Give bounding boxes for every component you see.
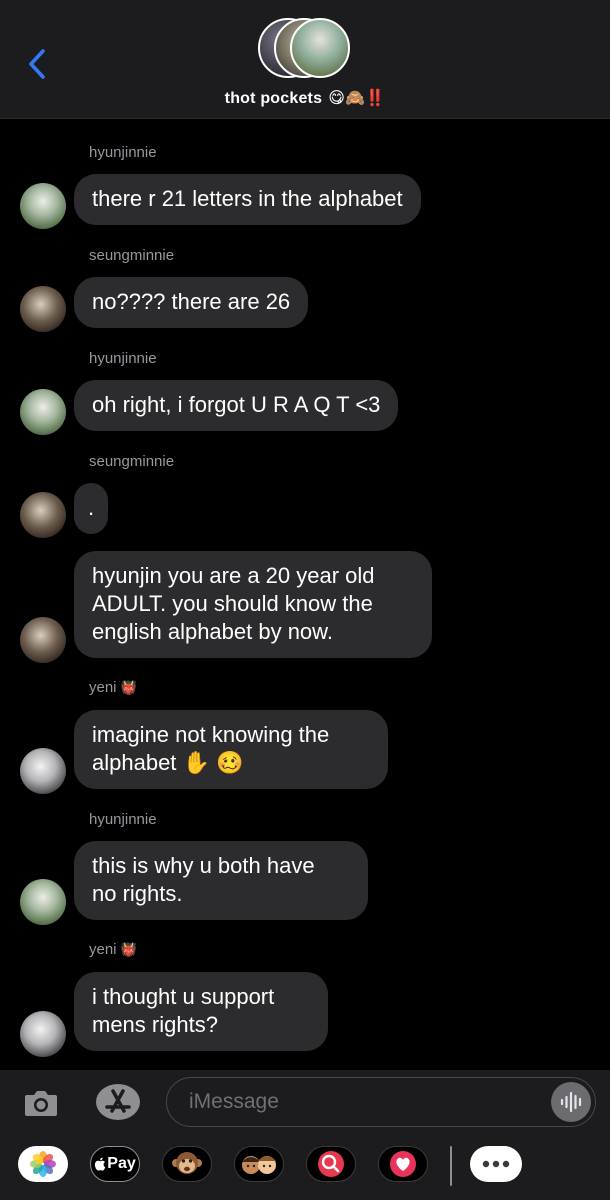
message-bubble[interactable]: this is why u both have no rights. (74, 841, 368, 920)
app-store-button[interactable] (94, 1082, 142, 1122)
group-member-avatar (290, 18, 350, 78)
web-search-app-button[interactable] (306, 1146, 356, 1182)
photos-app-button[interactable] (18, 1146, 68, 1182)
message-text-line: ADULT. you should know the (92, 591, 373, 616)
group-title[interactable]: thot pockets 😋🙈‼️ (0, 88, 610, 108)
audio-message-button[interactable] (551, 1082, 591, 1122)
message-text-line: i thought u support (92, 984, 275, 1009)
waveform-icon (560, 1091, 582, 1113)
message-bubble[interactable]: hyunjin you are a 20 year old ADULT. you… (74, 551, 432, 658)
app-store-icon (96, 1084, 140, 1120)
avatar[interactable] (20, 286, 66, 332)
sender-name: yeni 👹 (89, 679, 137, 696)
camera-icon (25, 1091, 57, 1116)
message-text: no???? there are 26 (92, 289, 291, 314)
group-title-text: thot pockets (224, 90, 323, 107)
message-input[interactable]: iMessage (166, 1077, 596, 1127)
memoji-icon (242, 1156, 276, 1174)
avatar[interactable] (20, 1011, 66, 1057)
more-icon (482, 1160, 510, 1168)
back-button[interactable] (22, 44, 52, 84)
avatar[interactable] (20, 617, 66, 663)
web-search-icon (318, 1151, 344, 1177)
message-bubble[interactable]: no???? there are 26 (74, 277, 309, 328)
message-bubble[interactable]: imagine not knowing the alphabet ✋ 🥴 (74, 710, 388, 789)
message-text-line: no rights. (92, 881, 183, 906)
sender-emoji: 👹 (120, 942, 137, 957)
digital-touch-app-button[interactable] (378, 1146, 428, 1182)
message-text-line: english alphabet by now. (92, 619, 333, 644)
app-drawer: Pay (0, 1134, 610, 1200)
drawer-separator (450, 1146, 452, 1186)
message-bubble[interactable]: . (74, 483, 109, 534)
sender-name: hyunjinnie (89, 144, 157, 161)
avatar[interactable] (20, 879, 66, 925)
photos-icon (30, 1151, 56, 1177)
animoji-app-button[interactable] (162, 1146, 212, 1182)
avatar[interactable] (20, 389, 66, 435)
conversation-header: thot pockets 😋🙈‼️ (0, 0, 610, 119)
apple-pay-label: Pay (107, 1155, 136, 1172)
sender-name: yeni 👹 (89, 941, 137, 958)
message-text-line: hyunjin you are a 20 year old (92, 563, 375, 588)
sender-name-text: yeni (89, 679, 117, 696)
message-bubble[interactable]: there r 21 letters in the alphabet (74, 174, 421, 225)
message-text: oh right, i forgot U R A Q T <3 (92, 392, 381, 417)
message-bubble[interactable]: i thought u support mens rights? (74, 972, 328, 1051)
apple-pay-button[interactable]: Pay (90, 1146, 140, 1182)
sender-emoji: 👹 (120, 680, 137, 695)
sender-name: seungminnie (89, 247, 175, 264)
chevron-left-icon (29, 49, 45, 79)
sender-name: seungminnie (89, 453, 175, 470)
message-text-line: this is why u both have (92, 853, 315, 878)
avatar[interactable] (20, 183, 66, 229)
message-text-line: mens rights? (92, 1012, 218, 1037)
memoji-app-button[interactable] (234, 1146, 284, 1182)
message-text-line: alphabet ✋ 🥴 (92, 750, 244, 775)
group-avatar-stack[interactable] (258, 16, 354, 80)
message-bubble[interactable]: oh right, i forgot U R A Q T <3 (74, 380, 399, 431)
sender-name: hyunjinnie (89, 350, 157, 367)
message-text: there r 21 letters in the alphabet (92, 186, 403, 211)
camera-button[interactable] (22, 1084, 60, 1122)
compose-bar: iMessage (0, 1070, 610, 1134)
more-apps-button[interactable] (470, 1146, 522, 1182)
avatar[interactable] (20, 492, 66, 538)
sender-name: hyunjinnie (89, 811, 157, 828)
monkey-animoji-icon (172, 1152, 202, 1174)
group-title-emojis: 😋🙈‼️ (328, 90, 386, 107)
avatar[interactable] (20, 748, 66, 794)
apple-logo-icon (95, 1157, 106, 1171)
digital-touch-icon (390, 1151, 416, 1177)
message-text-line: imagine not knowing the (92, 722, 330, 747)
message-input-placeholder: iMessage (189, 1090, 279, 1113)
message-text: . (88, 495, 95, 520)
sender-name-text: yeni (89, 941, 117, 958)
